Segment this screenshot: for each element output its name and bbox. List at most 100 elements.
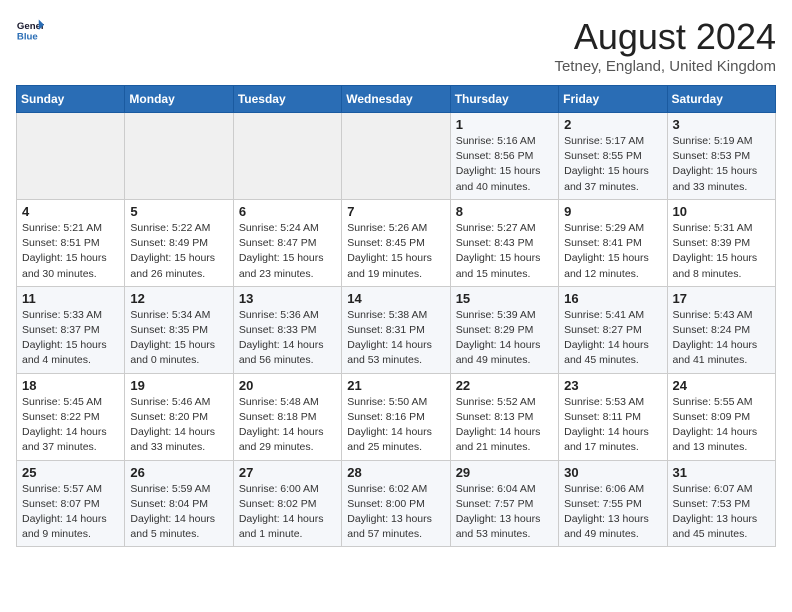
- day-detail: Sunrise: 5:33 AMSunset: 8:37 PMDaylight:…: [22, 308, 119, 369]
- day-number: 14: [347, 291, 444, 306]
- day-detail: Sunrise: 5:48 AMSunset: 8:18 PMDaylight:…: [239, 395, 336, 456]
- calendar-cell: 7 Sunrise: 5:26 AMSunset: 8:45 PMDaylight…: [342, 199, 450, 286]
- day-detail: Sunrise: 5:41 AMSunset: 8:27 PMDaylight:…: [564, 308, 661, 369]
- day-number: 26: [130, 465, 227, 480]
- weekday-header-wednesday: Wednesday: [342, 86, 450, 113]
- day-number: 12: [130, 291, 227, 306]
- calendar-cell: 13Sunrise: 5:36 AMSunset: 8:33 PMDayligh…: [233, 286, 341, 373]
- weekday-header-thursday: Thursday: [450, 86, 558, 113]
- calendar-cell: 1 Sunrise: 5:16 AMSunset: 8:56 PMDaylight…: [450, 113, 558, 200]
- calendar-cell: 12 Sunrise: 5:34 AMSunset: 8:35 PMDayligh…: [125, 286, 233, 373]
- calendar-cell: [17, 113, 125, 200]
- day-number: 3: [673, 117, 770, 132]
- logo-icon: General Blue: [16, 16, 44, 44]
- day-detail: Sunrise: 5:53 AMSunset: 8:11 PMDaylight:…: [564, 395, 661, 456]
- day-detail: Sunrise: 5:27 AMSunset: 8:43 PMDaylight:…: [456, 221, 553, 282]
- calendar-cell: 25 Sunrise: 5:57 AMSunset: 8:07 PMDayligh…: [17, 460, 125, 547]
- calendar-cell: 9 Sunrise: 5:29 AMSunset: 8:41 PMDaylight…: [559, 199, 667, 286]
- day-detail: Sunrise: 5:36 AMSunset: 8:33 PMDaylight:…: [239, 308, 336, 369]
- day-detail: Sunrise: 5:59 AMSunset: 8:04 PMDaylight:…: [130, 482, 227, 543]
- day-detail: Sunrise: 5:16 AMSunset: 8:56 PMDaylight:…: [456, 134, 553, 195]
- calendar-week-row: 1 Sunrise: 5:16 AMSunset: 8:56 PMDaylight…: [17, 113, 776, 200]
- day-number: 18: [22, 378, 119, 393]
- calendar-cell: 22Sunrise: 5:52 AMSunset: 8:13 PMDayligh…: [450, 373, 558, 460]
- calendar-cell: 8Sunrise: 5:27 AMSunset: 8:43 PMDaylight…: [450, 199, 558, 286]
- day-number: 5: [130, 204, 227, 219]
- weekday-header-monday: Monday: [125, 86, 233, 113]
- calendar-cell: 16 Sunrise: 5:41 AMSunset: 8:27 PMDayligh…: [559, 286, 667, 373]
- weekday-header-sunday: Sunday: [17, 86, 125, 113]
- day-number: 27: [239, 465, 336, 480]
- day-number: 6: [239, 204, 336, 219]
- day-detail: Sunrise: 5:31 AMSunset: 8:39 PMDaylight:…: [673, 221, 770, 282]
- day-detail: Sunrise: 5:55 AMSunset: 8:09 PMDaylight:…: [673, 395, 770, 456]
- day-number: 17: [673, 291, 770, 306]
- day-number: 21: [347, 378, 444, 393]
- logo: General Blue: [16, 16, 44, 44]
- weekday-header-row: SundayMondayTuesdayWednesdayThursdayFrid…: [17, 86, 776, 113]
- day-number: 1: [456, 117, 553, 132]
- day-detail: Sunrise: 5:26 AMSunset: 8:45 PMDaylight:…: [347, 221, 444, 282]
- day-number: 20: [239, 378, 336, 393]
- day-number: 16: [564, 291, 661, 306]
- calendar-cell: 20 Sunrise: 5:48 AMSunset: 8:18 PMDayligh…: [233, 373, 341, 460]
- calendar-cell: [125, 113, 233, 200]
- calendar-cell: 28Sunrise: 6:02 AMSunset: 8:00 PMDayligh…: [342, 460, 450, 547]
- weekday-header-tuesday: Tuesday: [233, 86, 341, 113]
- calendar-cell: 30 Sunrise: 6:06 AMSunset: 7:55 PMDayligh…: [559, 460, 667, 547]
- day-detail: Sunrise: 5:52 AMSunset: 8:13 PMDaylight:…: [456, 395, 553, 456]
- day-detail: Sunrise: 6:06 AMSunset: 7:55 PMDaylight:…: [564, 482, 661, 543]
- day-detail: Sunrise: 5:34 AMSunset: 8:35 PMDaylight:…: [130, 308, 227, 369]
- title-area: August 2024 Tetney, England, United King…: [554, 16, 776, 75]
- day-detail: Sunrise: 6:02 AMSunset: 8:00 PMDaylight:…: [347, 482, 444, 543]
- day-number: 10: [673, 204, 770, 219]
- calendar-cell: 31 Sunrise: 6:07 AMSunset: 7:53 PMDayligh…: [667, 460, 775, 547]
- calendar-cell: 26 Sunrise: 5:59 AMSunset: 8:04 PMDayligh…: [125, 460, 233, 547]
- calendar-week-row: 4 Sunrise: 5:21 AMSunset: 8:51 PMDaylight…: [17, 199, 776, 286]
- month-year: August 2024: [554, 16, 776, 58]
- day-detail: Sunrise: 5:43 AMSunset: 8:24 PMDaylight:…: [673, 308, 770, 369]
- day-detail: Sunrise: 5:24 AMSunset: 8:47 PMDaylight:…: [239, 221, 336, 282]
- day-detail: Sunrise: 6:07 AMSunset: 7:53 PMDaylight:…: [673, 482, 770, 543]
- calendar-cell: 6 Sunrise: 5:24 AMSunset: 8:47 PMDaylight…: [233, 199, 341, 286]
- calendar-week-row: 18 Sunrise: 5:45 AMSunset: 8:22 PMDayligh…: [17, 373, 776, 460]
- calendar-cell: 10 Sunrise: 5:31 AMSunset: 8:39 PMDayligh…: [667, 199, 775, 286]
- day-detail: Sunrise: 5:57 AMSunset: 8:07 PMDaylight:…: [22, 482, 119, 543]
- day-detail: Sunrise: 5:29 AMSunset: 8:41 PMDaylight:…: [564, 221, 661, 282]
- page-header: General Blue August 2024 Tetney, England…: [16, 16, 776, 75]
- calendar-cell: 5Sunrise: 5:22 AMSunset: 8:49 PMDaylight…: [125, 199, 233, 286]
- day-number: 29: [456, 465, 553, 480]
- day-number: 19: [130, 378, 227, 393]
- weekday-header-saturday: Saturday: [667, 86, 775, 113]
- day-detail: Sunrise: 5:45 AMSunset: 8:22 PMDaylight:…: [22, 395, 119, 456]
- day-number: 4: [22, 204, 119, 219]
- day-detail: Sunrise: 6:00 AMSunset: 8:02 PMDaylight:…: [239, 482, 336, 543]
- calendar-cell: 18 Sunrise: 5:45 AMSunset: 8:22 PMDayligh…: [17, 373, 125, 460]
- day-detail: Sunrise: 5:21 AMSunset: 8:51 PMDaylight:…: [22, 221, 119, 282]
- day-number: 24: [673, 378, 770, 393]
- calendar-cell: 21 Sunrise: 5:50 AMSunset: 8:16 PMDayligh…: [342, 373, 450, 460]
- calendar-cell: 3 Sunrise: 5:19 AMSunset: 8:53 PMDaylight…: [667, 113, 775, 200]
- day-number: 23: [564, 378, 661, 393]
- calendar-week-row: 11 Sunrise: 5:33 AMSunset: 8:37 PMDayligh…: [17, 286, 776, 373]
- day-detail: Sunrise: 5:19 AMSunset: 8:53 PMDaylight:…: [673, 134, 770, 195]
- calendar-cell: 29Sunrise: 6:04 AMSunset: 7:57 PMDayligh…: [450, 460, 558, 547]
- calendar-cell: 14Sunrise: 5:38 AMSunset: 8:31 PMDayligh…: [342, 286, 450, 373]
- day-number: 30: [564, 465, 661, 480]
- calendar-cell: 2Sunrise: 5:17 AMSunset: 8:55 PMDaylight…: [559, 113, 667, 200]
- day-detail: Sunrise: 5:50 AMSunset: 8:16 PMDaylight:…: [347, 395, 444, 456]
- calendar-cell: 23 Sunrise: 5:53 AMSunset: 8:11 PMDayligh…: [559, 373, 667, 460]
- calendar-table: SundayMondayTuesdayWednesdayThursdayFrid…: [16, 85, 776, 547]
- day-number: 11: [22, 291, 119, 306]
- day-number: 31: [673, 465, 770, 480]
- day-number: 25: [22, 465, 119, 480]
- day-number: 2: [564, 117, 661, 132]
- calendar-cell: [233, 113, 341, 200]
- calendar-week-row: 25 Sunrise: 5:57 AMSunset: 8:07 PMDayligh…: [17, 460, 776, 547]
- day-number: 9: [564, 204, 661, 219]
- day-number: 7: [347, 204, 444, 219]
- weekday-header-friday: Friday: [559, 86, 667, 113]
- day-detail: Sunrise: 5:46 AMSunset: 8:20 PMDaylight:…: [130, 395, 227, 456]
- calendar-cell: 4 Sunrise: 5:21 AMSunset: 8:51 PMDaylight…: [17, 199, 125, 286]
- calendar-cell: 17 Sunrise: 5:43 AMSunset: 8:24 PMDayligh…: [667, 286, 775, 373]
